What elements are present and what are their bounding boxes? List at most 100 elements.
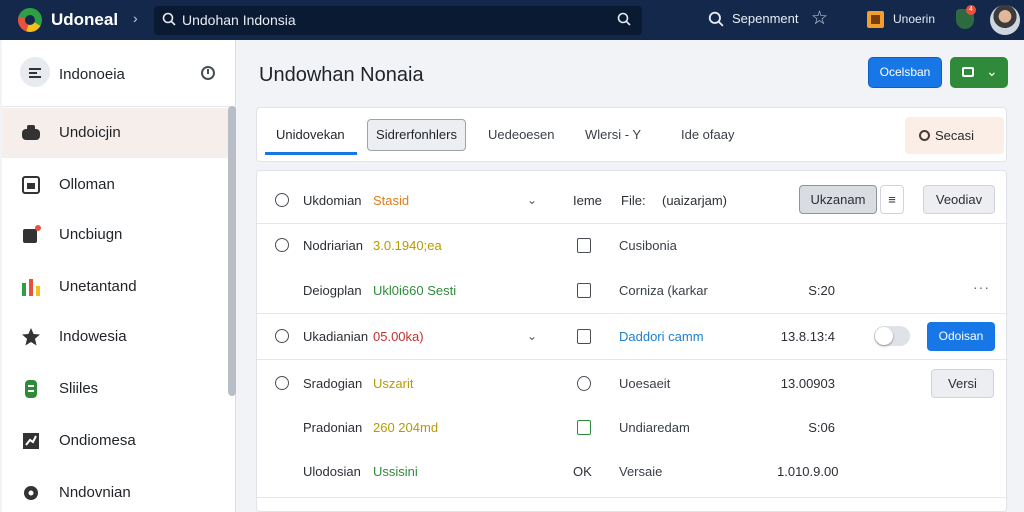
dropdown-action-button[interactable]: ⌄	[950, 57, 1008, 88]
tab-ide-ofaay[interactable]: Ide ofaay	[681, 127, 735, 142]
folder-icon	[577, 238, 591, 253]
divider	[257, 313, 1008, 314]
tab-uedeoesen[interactable]: Uedeoesen	[488, 127, 555, 142]
edit-icon	[23, 225, 41, 243]
table-row-col3: Undiaredam	[619, 420, 690, 435]
sidebar-item-label: Unetantand	[59, 278, 137, 295]
data-table: Ukdomian Stasid ⌄ Ieme File: (uaizarjam)…	[256, 170, 1008, 512]
table-row-label: Ukadianian	[303, 329, 369, 344]
table-row-col4: 13.8.13:4	[780, 329, 835, 344]
sidebar-item-indowesia[interactable]: Indowesia	[2, 312, 228, 362]
sidebar-item-uncbiugn[interactable]: Uncbiugn	[2, 210, 228, 260]
calendar-icon	[22, 176, 40, 194]
sidebar-item-label: Nndovnian	[59, 484, 131, 501]
sidebar-scrollbar[interactable]	[228, 106, 236, 396]
gear-icon	[24, 486, 38, 500]
window-icon	[962, 67, 974, 77]
star-icon[interactable]: ☆	[811, 7, 828, 30]
active-tab-indicator	[265, 152, 357, 155]
avatar[interactable]	[990, 5, 1020, 35]
sidebar-header: Indonoeia	[2, 40, 236, 107]
sidebar-item-unetantand[interactable]: Unetantand	[2, 262, 228, 312]
table-header-col3a: Ieme	[573, 193, 602, 208]
search-submit-icon[interactable]	[617, 12, 631, 26]
sidebar-item-label: Undoicjin	[59, 124, 121, 141]
clock-icon[interactable]	[201, 66, 215, 80]
table-row-value: 3.0.1940;ea	[373, 238, 442, 253]
tab-wlersi[interactable]: Wlersi - Y	[585, 127, 641, 142]
table-row-label: Ulodosian	[303, 464, 361, 479]
versi-button[interactable]: Versi	[931, 369, 994, 398]
sidebar-item-label: Ondiomesa	[59, 432, 136, 449]
filter-icon[interactable]: ≡	[880, 185, 904, 214]
page-title: Undowhan Nonaia	[259, 64, 424, 86]
tab-label: Unidovekan	[276, 127, 345, 142]
top-bar: Udoneal › Undohan Indonsia Sepenment ☆ U…	[0, 0, 1024, 40]
veodiav-button[interactable]: Veodiav	[923, 185, 995, 214]
primary-action-button[interactable]: Ocelsban	[868, 57, 942, 88]
user-label[interactable]: Unoerin	[893, 12, 935, 26]
tab-unidovekan[interactable]: Unidovekan	[265, 117, 357, 155]
sidebar: Indonoeia Undoicjin Olloman Uncbiugn Une…	[2, 40, 236, 512]
table-row-value: 260 204md	[373, 420, 439, 435]
chevron-down-icon: ⌄	[986, 63, 998, 79]
chevron-down-icon[interactable]: ⌄	[527, 329, 537, 343]
chat-bubble-icon	[22, 125, 40, 140]
table-row-col4: 13.00903	[780, 376, 835, 391]
apps-icon[interactable]	[867, 11, 884, 28]
table-row-col3-prefix: OK	[573, 464, 592, 479]
table-row-value: Uszarit	[373, 376, 414, 391]
divider	[257, 223, 1008, 224]
table-row-col4: 1.010.9.00	[777, 464, 839, 479]
sidebar-item-nndovnian[interactable]: Nndovnian	[2, 468, 228, 512]
sidebar-item-sliiles[interactable]: Sliiles	[2, 364, 228, 414]
sidebar-item-label: Sliiles	[59, 380, 99, 397]
table-row-col4: S:20	[808, 283, 835, 298]
table-row-col3: Corniza (karkar	[619, 283, 708, 298]
sidebar-item-undoicjin[interactable]: Undoicjin	[2, 108, 228, 158]
ukzanam-button[interactable]: Ukzanam	[799, 185, 877, 214]
table-row-col4: S:06	[808, 420, 835, 435]
table-row-col3-link[interactable]: Daddori camm	[619, 329, 704, 344]
app-logo-icon[interactable]	[18, 8, 42, 32]
sidebar-item-label: Olloman	[59, 176, 115, 193]
search-icon	[162, 12, 176, 26]
table-row-label: Nodriarian	[303, 238, 363, 253]
sidebar-item-olloman[interactable]: Olloman	[2, 160, 228, 210]
sidebar-item-label: Uncbiugn	[59, 226, 123, 243]
secasi-label: Secasi	[935, 128, 975, 143]
table-row-value: Ussisini	[373, 464, 418, 479]
search-input[interactable]: Undohan Indonsia	[182, 12, 296, 28]
table-row-label: Sradogian	[303, 376, 363, 391]
search-icon[interactable]	[708, 11, 724, 27]
bar-chart-icon	[22, 279, 40, 296]
table-row-label: Pradonian	[303, 420, 363, 435]
row-status-icon	[275, 329, 289, 343]
row-toggle[interactable]	[874, 326, 910, 346]
record-icon	[577, 329, 591, 344]
menu-icon[interactable]	[20, 57, 50, 87]
search-label[interactable]: Sepenment	[732, 11, 799, 26]
notification-badge: 4	[966, 5, 976, 15]
folder-icon	[577, 420, 591, 435]
table-row-col3: Versaie	[619, 464, 663, 479]
secasi-button[interactable]: Secasi	[905, 117, 1004, 154]
table-row-label: Deiogplan	[303, 283, 362, 298]
table-header-col3c: (uaizarjam)	[662, 193, 728, 208]
search-bar[interactable]: Undohan Indonsia	[154, 6, 642, 35]
tab-sidrerfonhlers[interactable]: Sidrerfonhlers	[367, 119, 466, 151]
chevron-right-icon[interactable]: ›	[133, 10, 138, 26]
chevron-down-icon[interactable]: ⌄	[527, 193, 537, 207]
sidebar-item-ondiomesa[interactable]: Ondiomesa	[2, 416, 228, 466]
more-options-icon[interactable]: ···	[973, 279, 990, 295]
sidebar-title: Indonoeia	[59, 66, 125, 83]
info-icon	[919, 130, 930, 141]
row-status-icon	[275, 193, 289, 207]
table-header-col3b: File:	[621, 193, 646, 208]
app-title: Udoneal	[51, 10, 119, 29]
row-pin-icon	[275, 238, 289, 252]
odoisan-button[interactable]: Odoisan	[927, 322, 995, 351]
settings-star-icon	[22, 328, 40, 346]
table-header-label: Ukdomian	[303, 193, 362, 208]
tab-bar: Unidovekan Sidrerfonhlers Uedeoesen Wler…	[256, 107, 1007, 162]
